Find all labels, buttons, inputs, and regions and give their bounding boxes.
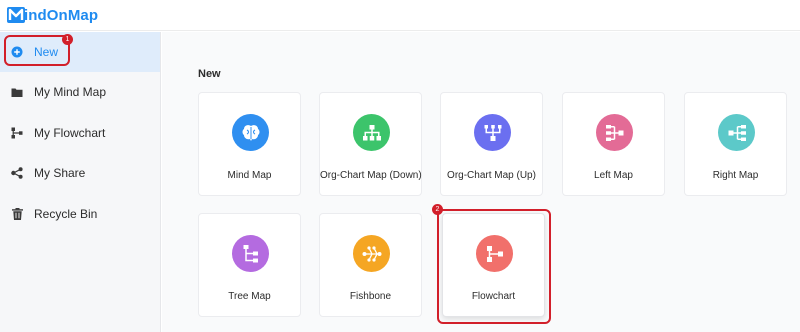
org-chart-down-icon (353, 114, 390, 151)
sidebar-item-new[interactable]: New (0, 32, 160, 72)
left-map-icon (596, 114, 633, 151)
template-card-right-map[interactable]: Right Map (684, 92, 787, 196)
fishbone-icon (353, 235, 390, 272)
template-card-org-chart-up[interactable]: Org-Chart Map (Up) (440, 92, 543, 196)
share-icon (11, 167, 23, 179)
brain-icon (232, 114, 269, 151)
template-card-flowchart[interactable]: Flowchart (442, 213, 545, 317)
card-label: Mind Map (227, 170, 272, 181)
sidebar-item-label: My Mind Map (34, 85, 107, 99)
flowchart-icon (11, 127, 23, 139)
folder-icon (11, 86, 23, 98)
card-label: Flowchart (471, 291, 516, 302)
plus-circle-icon (11, 46, 23, 58)
trash-icon (11, 208, 23, 220)
sidebar-item-my-share[interactable]: My Share (0, 153, 160, 193)
tree-map-icon (232, 235, 269, 272)
right-map-icon (718, 114, 755, 151)
card-label: Right Map (712, 170, 759, 181)
template-card-tree-map[interactable]: Tree Map (198, 213, 301, 317)
card-label: Org-Chart Map (Up) (447, 170, 536, 181)
template-card-left-map[interactable]: Left Map (562, 92, 665, 196)
sidebar-item-my-flowchart[interactable]: My Flowchart (0, 113, 160, 153)
template-card-org-chart-down[interactable]: Org-Chart Map (Down) (319, 92, 422, 196)
sidebar-item-recycle-bin[interactable]: Recycle Bin (0, 194, 160, 234)
card-label: Left Map (594, 170, 633, 181)
template-card-fishbone[interactable]: Fishbone (319, 213, 422, 317)
sidebar-item-label: My Share (34, 166, 86, 180)
sidebar-item-label: New (34, 45, 59, 59)
step-badge-1: 1 (62, 34, 73, 45)
card-label: Fishbone (349, 291, 392, 302)
top-bar: indOnMap (0, 0, 800, 31)
logo-mark-icon (7, 7, 25, 23)
flowchart-icon (476, 235, 513, 272)
app-logo[interactable]: indOnMap (7, 6, 98, 24)
logo-text: indOnMap (24, 6, 99, 24)
sidebar-item-label: Recycle Bin (34, 207, 98, 221)
section-title: New (198, 68, 221, 80)
sidebar-item-label: My Flowchart (34, 126, 106, 140)
card-label: Tree Map (228, 291, 271, 302)
template-card-mind-map[interactable]: Mind Map (198, 92, 301, 196)
step-badge-2: 2 (432, 204, 443, 215)
sidebar-item-my-mind-map[interactable]: My Mind Map (0, 72, 160, 112)
card-label: Org-Chart Map (Down) (320, 170, 422, 181)
org-chart-up-icon (474, 114, 511, 151)
